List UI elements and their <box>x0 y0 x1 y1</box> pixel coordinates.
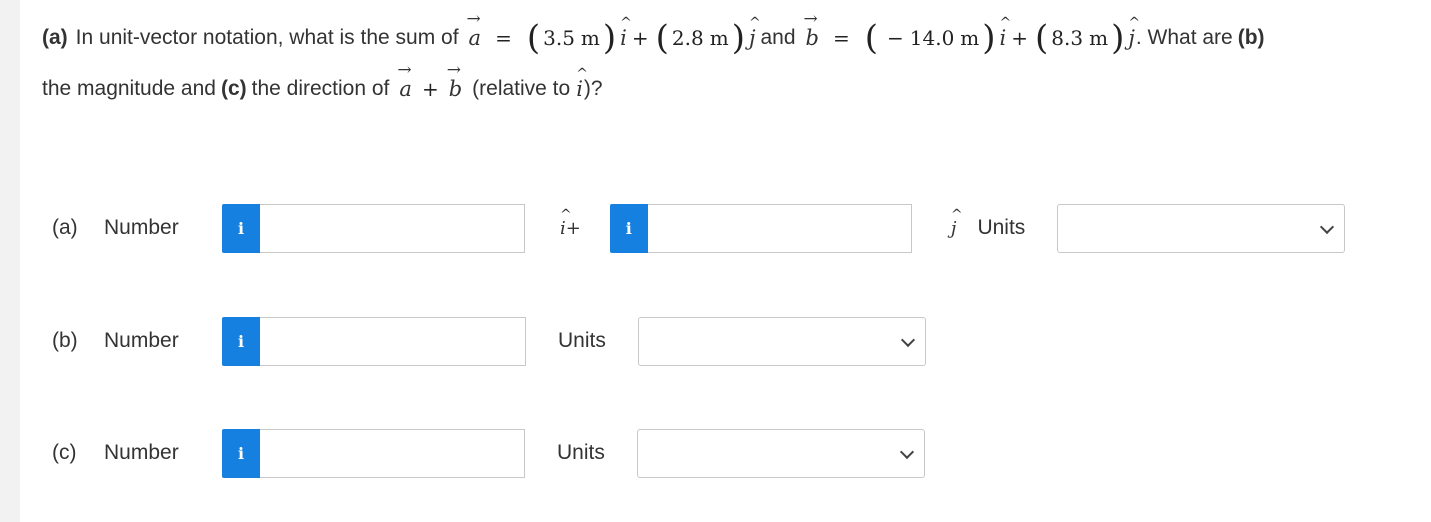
units-label: Units <box>558 329 606 352</box>
a-x-unit: m <box>580 26 600 50</box>
and-text: and <box>760 26 796 49</box>
i-hat: i <box>619 15 631 50</box>
j-hat: j <box>748 15 760 50</box>
vector-a: a <box>467 9 484 50</box>
row-letter: (a) <box>52 216 78 239</box>
row-label: (c) Number <box>52 441 222 465</box>
paren-open: ( <box>526 18 541 58</box>
info-icon[interactable]: i <box>609 203 648 253</box>
number-label: Number <box>104 216 179 239</box>
units-select-c[interactable] <box>636 428 925 478</box>
part-a-label: (a) <box>42 26 68 49</box>
paren-close: ) <box>1111 18 1125 58</box>
a-y-value: 2.8 <box>671 26 704 50</box>
info-icon[interactable]: i <box>222 203 260 253</box>
row-letter: (c) <box>52 441 77 464</box>
question-line-1: (a) In unit-vector notation, what is the… <box>42 9 1265 62</box>
j-hat: j <box>1127 15 1139 50</box>
info-icon[interactable]: i <box>222 428 260 478</box>
number-input-b[interactable] <box>260 316 526 366</box>
number-input-a-x[interactable] <box>260 203 525 253</box>
b-x-unit: m <box>960 26 980 50</box>
plus-sign: + <box>631 26 649 50</box>
i-hat: i <box>575 66 587 101</box>
minus-sign: − <box>887 26 904 50</box>
vector-b: b <box>447 60 464 101</box>
paren-open: ( <box>864 18 878 58</box>
question-line-2: the magnitude and (c) the direction of a… <box>42 60 603 106</box>
question-intro: In unit-vector notation, what is the sum… <box>75 26 459 49</box>
paren-open: ( <box>1035 18 1049 58</box>
paren-open: ( <box>655 18 669 58</box>
answer-row-b: (b) Number i Units <box>52 316 926 366</box>
number-input-c[interactable] <box>260 428 525 478</box>
a-y-unit: m <box>709 26 729 50</box>
magnitude-text: the magnitude and <box>42 77 216 100</box>
a-x-value: 3.5 <box>543 26 575 50</box>
b-y-value: 8.3 <box>1051 26 1084 50</box>
units-select-b[interactable] <box>637 316 926 366</box>
i-hat: i <box>999 15 1011 50</box>
units-label: Units <box>977 216 1026 239</box>
vector-a: a <box>397 60 414 101</box>
answer-row-a: (a) Number i i+ i j Units <box>52 203 1346 253</box>
j-hat-label: j <box>950 207 962 239</box>
left-margin-bar <box>0 0 20 522</box>
equals-sign: = <box>495 26 512 50</box>
b-y-unit: m <box>1089 26 1109 50</box>
row-letter: (b) <box>52 329 78 352</box>
what-are-text: . What are <box>1135 26 1233 49</box>
part-b-label: (b) <box>1237 26 1265 49</box>
paren-close: ) <box>731 18 745 58</box>
chevron-down-icon <box>900 332 915 347</box>
number-label: Number <box>104 329 179 352</box>
paren-close: ) <box>602 18 617 58</box>
number-label: Number <box>104 441 179 464</box>
chevron-down-icon <box>899 444 914 459</box>
number-input-a-y[interactable] <box>647 203 912 253</box>
answer-row-c: (c) Number i Units <box>52 428 925 478</box>
row-label: (b) Number <box>52 329 222 353</box>
relative-text: (relative to <box>472 77 571 100</box>
i-hat-label: i+ <box>559 207 582 239</box>
plus-sign: + <box>421 77 439 101</box>
equals-sign: = <box>832 26 850 50</box>
chevron-down-icon <box>1320 219 1335 234</box>
plus-sign: + <box>1011 26 1029 50</box>
info-icon[interactable]: i <box>222 316 260 366</box>
units-label: Units <box>557 441 605 464</box>
part-c-label: (c) <box>220 77 247 100</box>
direction-text: the direction of <box>251 77 390 100</box>
vector-b: b <box>804 9 821 50</box>
b-x-value: 14.0 <box>909 26 955 50</box>
row-label: (a) Number <box>52 216 222 240</box>
units-select-a[interactable] <box>1057 203 1346 253</box>
paren-close: ) <box>982 18 996 58</box>
